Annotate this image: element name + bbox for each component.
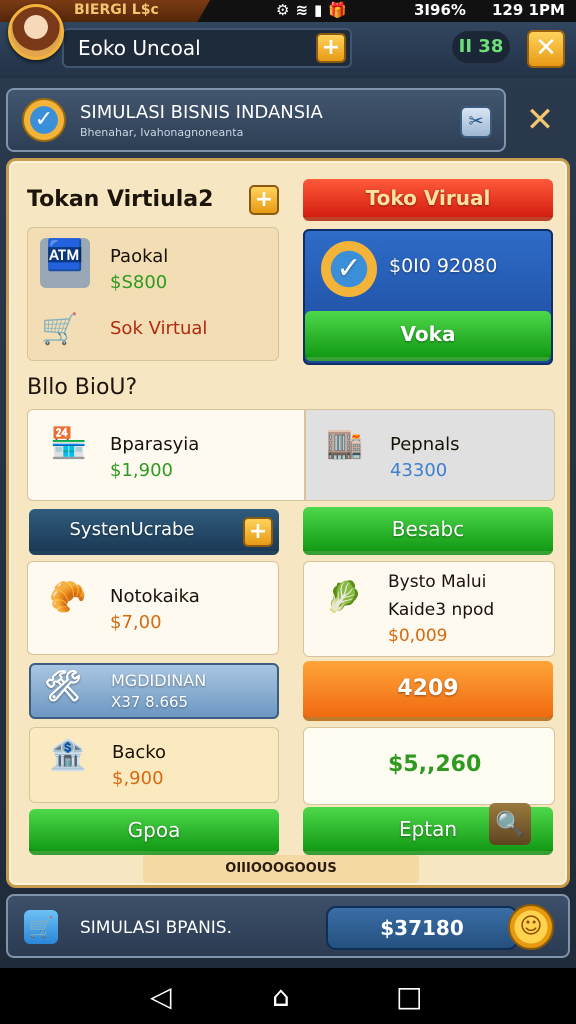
upgrade-plus-button[interactable]: +: [243, 517, 273, 547]
add-button[interactable]: +: [316, 33, 346, 63]
market-building-icon: 🏬: [326, 426, 364, 461]
store-card-price: $S800: [110, 272, 168, 293]
bottom-label: SIMULASI BPANIS.: [80, 918, 232, 938]
besabc-button[interactable]: Besabc: [303, 507, 553, 555]
cash-register-icon: 🏦: [49, 738, 87, 773]
clock: 129 1PM: [492, 1, 565, 19]
item-backo-price: $,900: [112, 768, 164, 789]
signal-icon: ▮: [314, 1, 329, 19]
shop-building-icon: 🏪: [50, 426, 88, 461]
store-card-sub: Sok Virtual: [110, 318, 208, 339]
cart-icon: 🛒: [41, 312, 79, 347]
recents-icon[interactable]: □: [396, 980, 422, 1013]
tools-button[interactable]: ✂: [460, 106, 492, 138]
building-card-right[interactable]: 🏬 Pepnals 43300: [305, 409, 555, 501]
top-bar: Eoko Uncoal + II 38 ✕: [0, 22, 576, 78]
gift-icon: 🎁: [328, 1, 353, 19]
avatar[interactable]: [8, 4, 64, 60]
modinan-name: MGDIDINAN: [111, 671, 207, 690]
produce-stack-icon: 🥬: [325, 580, 363, 615]
toko-virtual-button[interactable]: Toko Virual: [303, 179, 553, 221]
item-backo-name: Backo: [112, 742, 167, 763]
gpoa-button[interactable]: Gpoa: [29, 809, 279, 855]
back-icon[interactable]: ◁: [150, 980, 172, 1013]
item-card-nokataka[interactable]: 🥐 Notokaika $7,00: [27, 561, 279, 655]
voka-button[interactable]: Voka: [305, 311, 551, 361]
close-button[interactable]: ✕: [527, 30, 565, 68]
header-title: SIMULASI BISNIS INDANSIA: [80, 102, 323, 123]
store-card[interactable]: 🏧 Paokal $S800 🛒 Sok Virtual: [27, 227, 279, 361]
add-store-button[interactable]: +: [249, 185, 279, 215]
checkmark-gear-icon: ✓: [22, 98, 66, 142]
item-card-backo[interactable]: 🏦 Backo $,900: [29, 727, 279, 803]
section-title-toko: Tokan Virtiula2: [27, 187, 214, 212]
system-upgrade-button[interactable]: SystenUcrabe: [29, 509, 279, 555]
battery-level: 3I96%: [414, 1, 466, 19]
building-left-name: Bparasyia: [110, 434, 200, 455]
home-icon[interactable]: ⌂: [272, 980, 290, 1013]
item-nokataka-price: $7,00: [110, 612, 162, 633]
building-left-price: $1,900: [110, 460, 173, 481]
dismiss-button[interactable]: ✕: [520, 100, 560, 140]
checkmark-gear-icon: ✓: [321, 241, 377, 297]
green-value-card: $5,,260: [303, 727, 555, 805]
bottom-bar: 🛒 SIMULASI BPANIS. $37180 ☺: [6, 894, 570, 958]
section-title-bllo: Bllo BioU?: [27, 375, 138, 400]
close-icon: ✕: [535, 33, 557, 63]
magnifier-icon[interactable]: 🔍: [489, 803, 531, 845]
orange-value-button[interactable]: 4209: [303, 661, 553, 721]
money-counter: $37180: [326, 906, 518, 950]
bread-icon: 🥐: [49, 580, 87, 615]
wrench-icon: ✂: [468, 111, 484, 132]
item-bysto-name2: Kaide3 npod: [388, 600, 495, 620]
green-value: $5,,260: [388, 752, 482, 777]
register-icon: 🏧: [40, 238, 90, 288]
building-card-left[interactable]: 🏪 Bparasyia $1,900: [27, 409, 305, 501]
wifi-icon: ≋: [295, 1, 315, 19]
balance-value: $0I0 92080: [389, 255, 498, 277]
gem-counter: II 38: [452, 31, 510, 63]
header-subtitle: Bhenahar, Ivahonagnoneanta: [80, 126, 244, 139]
navigation-bar: ◁ ⌂ □: [0, 968, 576, 1024]
building-right-name: Pepnals: [390, 434, 460, 455]
store-card-name: Paokal: [110, 246, 169, 267]
item-card-bysto[interactable]: 🥬 Bysto Malui Kaide3 npod $0,009: [303, 561, 555, 657]
plus-icon: +: [254, 187, 274, 212]
item-bysto-price: $0,009: [388, 626, 448, 646]
shop-cart-button[interactable]: 🛒: [24, 910, 58, 944]
modinan-sub: X37 8.665: [111, 693, 189, 711]
status-bar: BIERGI L$c ⚙≋▮🎁 3I96% 129 1PM: [0, 0, 576, 22]
plus-icon: +: [248, 519, 268, 544]
plus-icon: +: [321, 35, 341, 60]
footer-text: OIIIOOOGOOUS: [143, 855, 419, 883]
cart-icon: 🛒: [28, 915, 54, 939]
item-nokataka-name: Notokaika: [110, 586, 200, 607]
header-panel: ✓ SIMULASI BISNIS INDANSIA Bhenahar, Iva…: [6, 88, 506, 152]
tools-icon: 🛠: [43, 669, 83, 704]
settings-icon: ⚙: [276, 1, 296, 19]
building-right-price: 43300: [390, 460, 448, 481]
modinan-panel[interactable]: 🛠 MGDIDINAN X37 8.665: [29, 663, 279, 719]
status-icons: ⚙≋▮🎁: [276, 1, 353, 19]
coin-icon[interactable]: ☺: [508, 904, 554, 950]
main-board: Tokan Virtiula2 + 🏧 Paokal $S800 🛒 Sok V…: [6, 158, 570, 888]
store-name[interactable]: Eoko Uncoal: [62, 28, 352, 68]
close-icon: ✕: [525, 100, 555, 140]
item-bysto-name1: Bysto Malui: [388, 572, 487, 592]
